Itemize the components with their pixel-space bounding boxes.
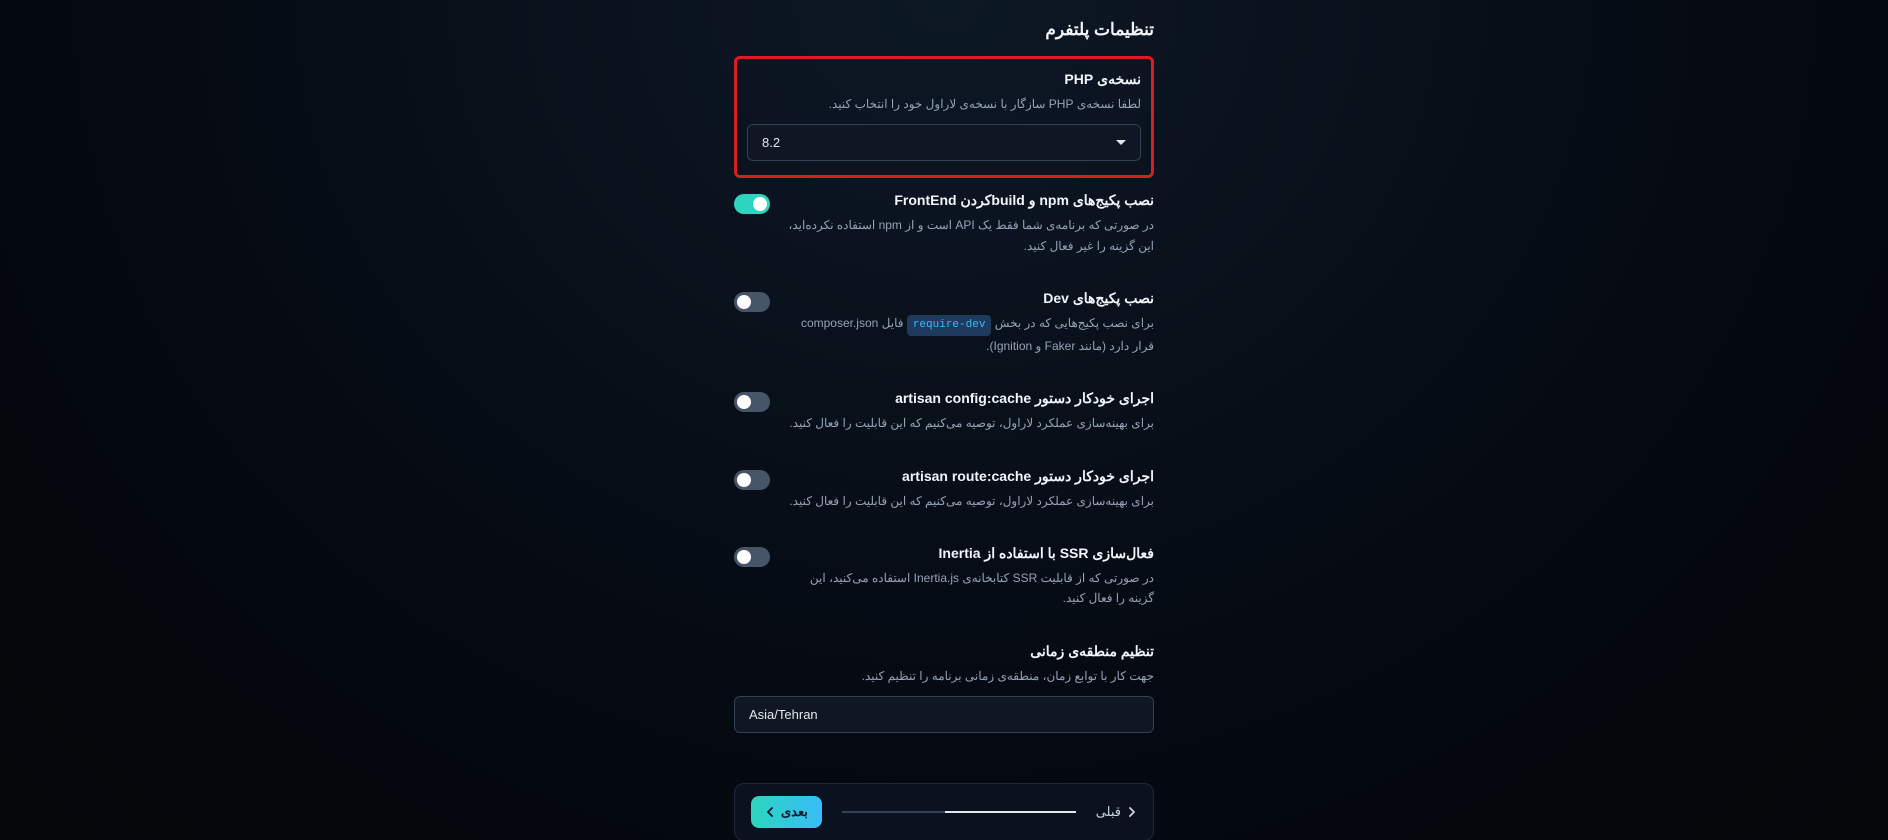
route-cache-row: اجرای خودکار دستور artisan route:cache ب… [734,468,1154,521]
config-cache-row: اجرای خودکار دستور artisan config:cache … [734,390,1154,443]
chevron-left-icon [765,807,775,817]
php-version-select[interactable]: 8.2 [747,124,1141,161]
config-cache-desc: برای بهینه‌سازی عملکرد لاراول، توصیه می‌… [782,413,1154,433]
php-version-value: 8.2 [762,135,780,150]
php-version-highlight: نسخه‌ی PHP لطفا نسخه‌ی PHP سازگار با نسخ… [734,56,1154,178]
timezone-section: تنظیم منطقه‌ی زمانی جهت کار با توابع زما… [734,643,1154,733]
timezone-label: تنظیم منطقه‌ی زمانی [734,643,1154,660]
caret-down-icon [1116,140,1126,145]
toggle-knob [737,473,751,487]
timezone-input[interactable] [734,696,1154,733]
dev-packages-row: نصب پکیج‌های Dev برای نصب پکیج‌هایی که د… [734,290,1154,366]
wizard-footer: قبلی بعدی [734,783,1154,840]
ssr-inertia-label: فعال‌سازی SSR با استفاده از Inertia [782,545,1154,562]
next-button[interactable]: بعدی [751,796,822,828]
require-dev-code: require-dev [907,315,992,336]
prev-label: قبلی [1096,804,1121,820]
toggle-knob [737,295,751,309]
route-cache-label: اجرای خودکار دستور artisan route:cache [782,468,1154,485]
npm-build-label: نصب پکیج‌های npm و buildکردن FrontEnd [782,192,1154,209]
chevron-right-icon [1127,807,1137,817]
route-cache-toggle[interactable] [734,470,770,490]
npm-build-row: نصب پکیج‌های npm و buildکردن FrontEnd در… [734,192,1154,266]
php-version-desc: لطفا نسخه‌ی PHP سازگار با نسخه‌ی لاراول … [747,94,1141,114]
dev-packages-desc: برای نصب پکیج‌هایی که در بخش require-dev… [782,313,1154,356]
config-cache-label: اجرای خودکار دستور artisan config:cache [782,390,1154,407]
route-cache-desc: برای بهینه‌سازی عملکرد لاراول، توصیه می‌… [782,491,1154,511]
npm-build-toggle[interactable] [734,194,770,214]
settings-form: تنظیمات پلتفرم نسخه‌ی PHP لطفا نسخه‌ی PH… [734,20,1154,840]
toggle-knob [753,197,767,211]
next-label: بعدی [781,804,808,820]
timezone-desc: جهت کار با توابع زمان، منطقه‌ی زمانی برن… [734,666,1154,686]
dev-packages-toggle[interactable] [734,292,770,312]
toggle-knob [737,550,751,564]
page-title: تنظیمات پلتفرم [734,20,1154,40]
ssr-inertia-desc: در صورتی که از قابلیت SSR کتابخانه‌ی Ine… [782,568,1154,609]
dev-packages-label: نصب پکیج‌های Dev [782,290,1154,307]
ssr-inertia-row: فعال‌سازی SSR با استفاده از Inertia در ص… [734,545,1154,619]
progress-bar [842,811,1076,813]
toggle-knob [737,395,751,409]
prev-button[interactable]: قبلی [1096,804,1137,820]
npm-build-desc: در صورتی که برنامه‌ی شما فقط یک API است … [782,215,1154,256]
php-version-label: نسخه‌ی PHP [747,71,1141,88]
config-cache-toggle[interactable] [734,392,770,412]
progress-fill [945,811,1076,813]
ssr-inertia-toggle[interactable] [734,547,770,567]
